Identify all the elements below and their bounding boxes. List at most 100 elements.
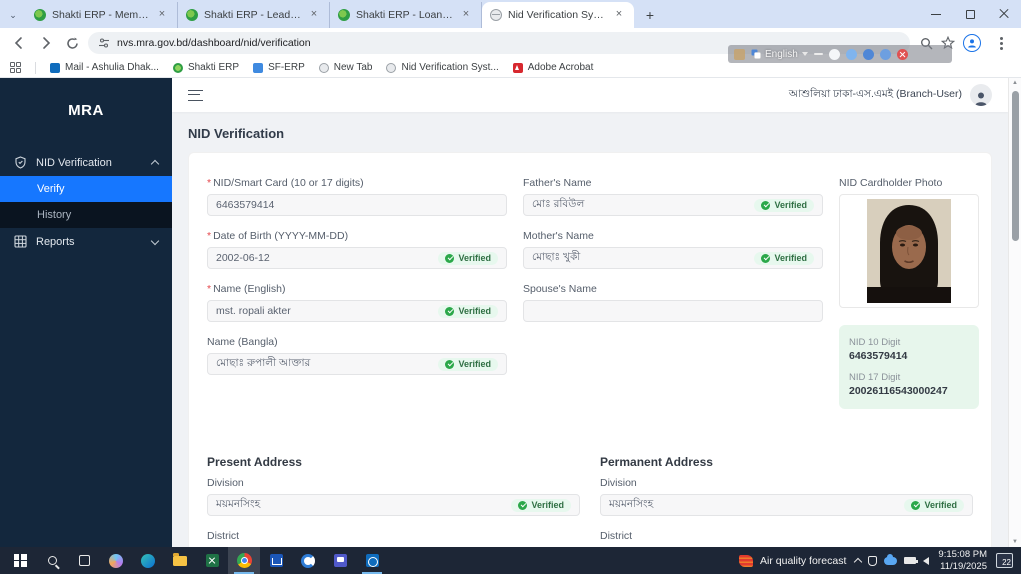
- tab-close-icon[interactable]: ×: [459, 8, 473, 22]
- user-menu[interactable]: আশুলিয়া ঢাকা-এস.এমই (Branch-User): [789, 84, 992, 106]
- field-value: mst. ropali akter: [216, 305, 291, 317]
- bookmark-mail[interactable]: Mail - Ashulia Dhak...: [50, 62, 159, 73]
- address-section: Present Address Division ময়মনসিংহ Verif…: [207, 455, 973, 547]
- tab-lead-details[interactable]: Shakti ERP - Lead Details ×: [178, 2, 330, 28]
- bookmark-shakti-erp[interactable]: Shakti ERP: [172, 62, 240, 73]
- overlay-close-icon[interactable]: [896, 48, 908, 60]
- scroll-up-arrow[interactable]: ▲: [1009, 80, 1021, 86]
- outlook-icon: [365, 554, 379, 567]
- maximize-button[interactable]: [953, 0, 987, 28]
- close-button[interactable]: [987, 0, 1021, 28]
- chevron-down-icon: ⌄: [9, 9, 17, 20]
- bookmark-new-tab[interactable]: New Tab: [318, 62, 372, 73]
- chrome-button[interactable]: [228, 547, 260, 574]
- nid17-value: 20026116543000247: [849, 385, 948, 397]
- father-name-input[interactable]: মোঃ রবিউল Verified: [523, 194, 823, 216]
- user-name: আশুলিয়া ঢাকা-এস.এমই (Branch-User): [788, 87, 962, 100]
- browser-menu-button[interactable]: [989, 31, 1013, 55]
- tab-close-icon[interactable]: ×: [307, 8, 321, 22]
- scrollbar-thumb[interactable]: [1012, 91, 1019, 241]
- field-label: Spouse's Name: [523, 283, 823, 295]
- excel-button[interactable]: [196, 547, 228, 574]
- overlay-shield-icon[interactable]: [862, 48, 874, 60]
- tab-nid-verification-active[interactable]: Nid Verification System ×: [482, 2, 634, 28]
- teams-button[interactable]: [324, 547, 356, 574]
- name-bangla-input[interactable]: মোছাঃ রুপালী আক্তার Verified: [207, 353, 507, 375]
- battery-icon[interactable]: [904, 557, 918, 564]
- forward-button[interactable]: [35, 31, 58, 55]
- taskbar-search-button[interactable]: [36, 547, 68, 574]
- new-tab-button[interactable]: +: [638, 3, 662, 27]
- outlook-button[interactable]: [356, 547, 388, 574]
- reports-grid-icon: [14, 235, 27, 248]
- onedrive-icon[interactable]: [884, 553, 898, 565]
- bookmark-adobe-acrobat[interactable]: Adobe Acrobat: [512, 62, 593, 73]
- security-icon[interactable]: [868, 555, 878, 566]
- present-address-title: Present Address: [207, 455, 302, 469]
- page-content: NID Verification * NID/Smart Card (10 or …: [172, 112, 1008, 547]
- task-view-button[interactable]: [68, 547, 100, 574]
- notification-center-button[interactable]: 22: [996, 553, 1013, 568]
- portrait-photo: [867, 199, 951, 303]
- app-c-button[interactable]: [292, 547, 324, 574]
- avatar[interactable]: [970, 84, 992, 106]
- mother-name-input[interactable]: মোছাঃ খুকী Verified: [523, 247, 823, 269]
- bookmark-sf-erp[interactable]: SF-ERP: [253, 62, 305, 73]
- required-asterisk: *: [207, 177, 212, 189]
- menu-collapse-icon[interactable]: [188, 89, 203, 101]
- bookmark-label: Shakti ERP: [187, 62, 240, 73]
- person-icon: [968, 39, 976, 48]
- back-button[interactable]: [8, 31, 31, 55]
- nid10-label: NID 10 Digit: [849, 337, 901, 348]
- bookmark-nid-verification[interactable]: Nid Verification Syst...: [386, 62, 499, 73]
- overlay-record-icon[interactable]: [828, 48, 840, 60]
- minimize-button[interactable]: [919, 0, 953, 28]
- field-spouse-name: Spouse's Name: [523, 283, 823, 322]
- circle-c-icon: [301, 553, 315, 568]
- tab-close-icon[interactable]: ×: [155, 8, 169, 22]
- overlay-minimize-icon[interactable]: [813, 53, 823, 55]
- spouse-name-input[interactable]: [523, 300, 823, 322]
- file-explorer-button[interactable]: [164, 547, 196, 574]
- page-title: NID Verification: [188, 126, 285, 141]
- translate-toolbar[interactable]: English: [728, 45, 952, 63]
- taskbar-clock[interactable]: 9:15:08 PM 11/19/2025: [938, 549, 987, 573]
- start-button[interactable]: [4, 547, 36, 574]
- tab-close-icon[interactable]: ×: [612, 8, 626, 22]
- sidebar-item-nid-verification[interactable]: NID Verification: [0, 149, 172, 176]
- permanent-address-column: Permanent Address Division ময়মনসিংহ Ver…: [600, 455, 973, 547]
- tab-member-lead-list[interactable]: Shakti ERP - Member Lead List ×: [26, 2, 178, 28]
- present-division-select[interactable]: ময়মনসিংহ Verified: [207, 494, 580, 516]
- edge-button[interactable]: [132, 547, 164, 574]
- sidebar-item-history[interactable]: History: [0, 202, 172, 228]
- reload-button[interactable]: [61, 31, 84, 55]
- form-column-middle: Father's Name মোঃ রবিউল Verified Mother'…: [523, 177, 823, 409]
- name-english-input[interactable]: mst. ropali akter Verified: [207, 300, 507, 322]
- language-selector[interactable]: English: [751, 49, 808, 60]
- app-sidebar: MRA NID Verification Verify History Repo…: [0, 78, 172, 547]
- adobe-acrobat-icon: [512, 62, 523, 73]
- label-text: Mother's Name: [523, 230, 594, 242]
- profile-avatar-icon[interactable]: [963, 34, 982, 52]
- tab-loan-proposal[interactable]: Shakti ERP - Loan Proposal Det... ×: [330, 2, 482, 28]
- volume-icon[interactable]: [923, 556, 930, 565]
- scroll-down-arrow[interactable]: ▼: [1009, 539, 1021, 545]
- check-icon: [445, 359, 455, 369]
- permanent-division-select[interactable]: ময়মনসিংহ Verified: [600, 494, 973, 516]
- copilot-button[interactable]: [100, 547, 132, 574]
- weather-widget[interactable]: Air quality forecast: [739, 554, 846, 567]
- dob-input[interactable]: 2002-06-12 Verified: [207, 247, 507, 269]
- verified-badge: Verified: [438, 357, 498, 371]
- sidebar-item-verify[interactable]: Verify: [0, 176, 172, 202]
- sidebar-item-reports[interactable]: Reports: [0, 228, 172, 255]
- nid-input[interactable]: 6463579414: [207, 194, 507, 216]
- overlay-globe-icon[interactable]: [879, 48, 891, 60]
- page-scrollbar[interactable]: ▲ ▼: [1008, 78, 1021, 547]
- overlay-tool-icon[interactable]: [845, 48, 857, 60]
- shakti-erp-icon: [172, 62, 183, 73]
- apps-grid-icon[interactable]: [10, 62, 21, 73]
- photo-column: NID Cardholder Photo NID 10 Digit 646357…: [839, 177, 979, 409]
- tab-search-button[interactable]: ⌄: [0, 2, 26, 28]
- tray-expand-icon[interactable]: [854, 557, 863, 567]
- word-button[interactable]: [260, 547, 292, 574]
